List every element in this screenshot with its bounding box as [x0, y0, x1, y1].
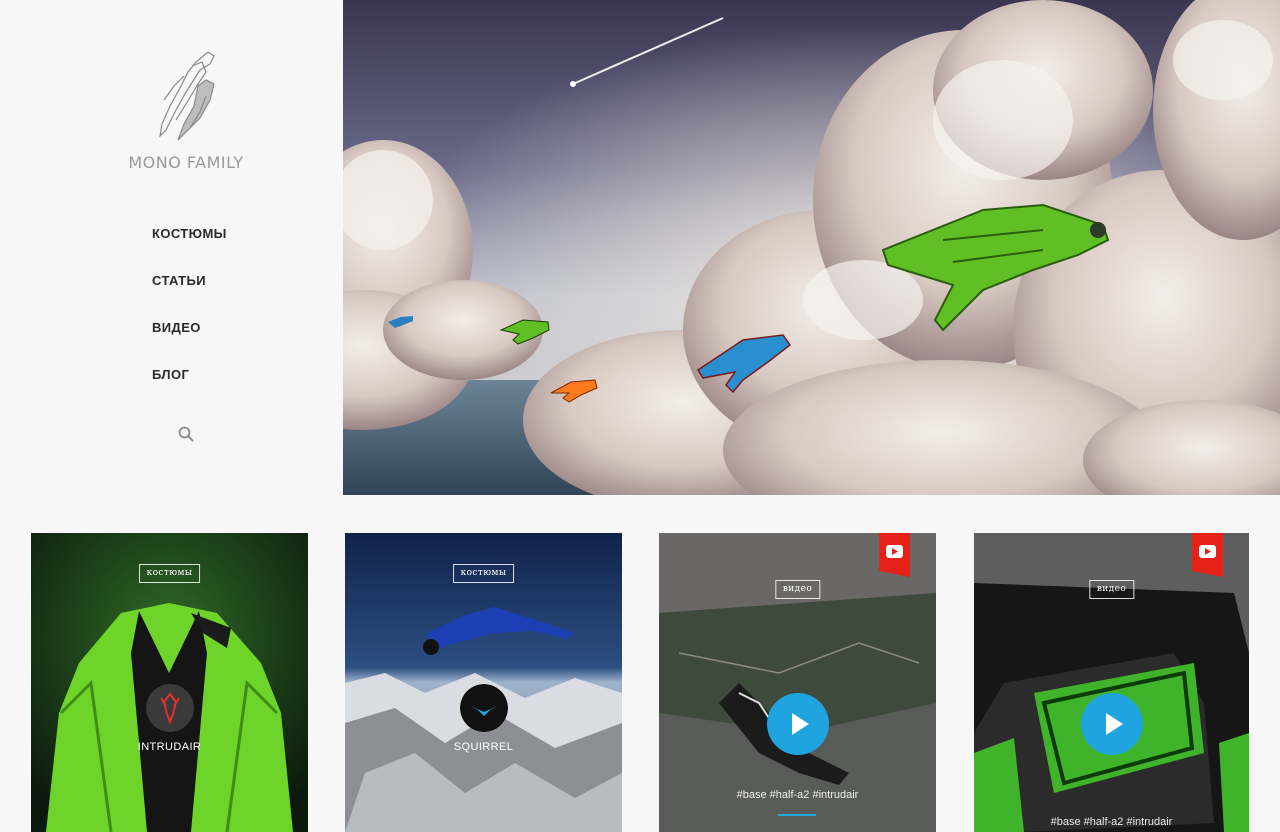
sidebar: MONO FAMILY КОСТЮМЫ СТАТЬИ ВИДЕО БЛОГ [0, 0, 343, 495]
card-hashtags: #base #half-a2 #intrudair [736, 789, 859, 801]
card-video-1-image [659, 533, 936, 832]
progress-line [778, 814, 816, 816]
play-button[interactable] [766, 693, 829, 755]
youtube-icon[interactable] [1192, 533, 1223, 577]
intrudair-logo-icon [145, 684, 194, 732]
hero-illustration [343, 0, 1280, 495]
card-category-tag[interactable]: видео [774, 580, 821, 599]
card-brand-label: SQUIRREL [453, 741, 514, 753]
card-squirrel[interactable]: костюмы SQUIRREL [345, 533, 622, 832]
card-category-tag[interactable]: костюмы [452, 564, 515, 583]
card-intrudair[interactable]: костюмы INTRUDAIR [31, 533, 308, 832]
youtube-icon[interactable] [879, 533, 910, 577]
nav-item-suits[interactable]: КОСТЮМЫ [152, 226, 227, 273]
nav-item-articles[interactable]: СТАТЬИ [152, 273, 227, 320]
wingsuit-logo-icon [159, 51, 215, 141]
nav-item-video[interactable]: ВИДЕО [152, 320, 227, 367]
main-nav: КОСТЮМЫ СТАТЬИ ВИДЕО БЛОГ [152, 226, 227, 414]
card-category-tag[interactable]: костюмы [138, 564, 201, 583]
hero-banner[interactable] [343, 0, 1280, 495]
play-icon [1105, 713, 1123, 735]
card-category-tag[interactable]: видео [1088, 580, 1135, 599]
play-icon [791, 713, 809, 735]
card-video-2[interactable]: видео #base #half-a2 #intrudair [974, 533, 1249, 832]
brand-name: MONO FAMILY [128, 153, 244, 172]
play-button[interactable] [1080, 693, 1143, 755]
nav-item-blog[interactable]: БЛОГ [152, 367, 227, 414]
card-brand-label: INTRUDAIR [137, 741, 202, 753]
card-video-1[interactable]: видео #base #half-a2 #intrudair [659, 533, 936, 832]
card-video-2-image [974, 533, 1249, 832]
search-icon[interactable] [177, 425, 195, 443]
card-hashtags: #base #half-a2 #intrudair [1050, 816, 1173, 828]
squirrel-logo-icon [459, 684, 508, 732]
